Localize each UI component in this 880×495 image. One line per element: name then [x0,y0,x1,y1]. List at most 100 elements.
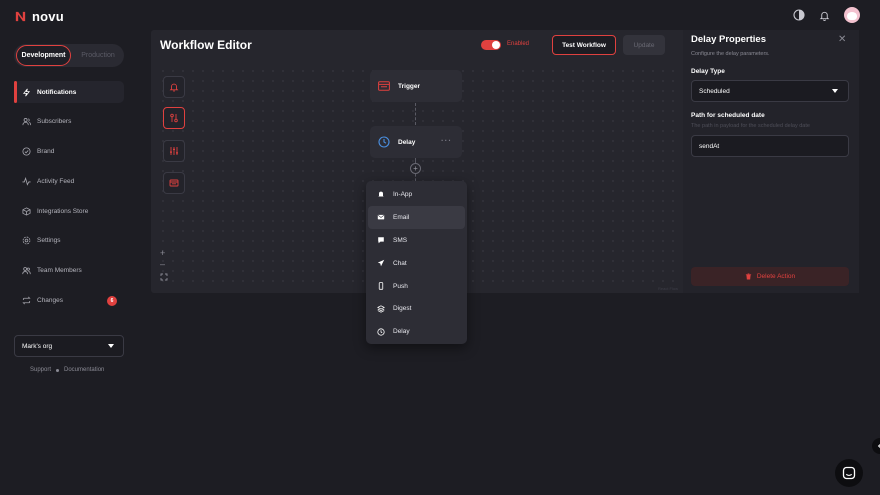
repeat-icon [22,296,31,305]
notification-bell-icon[interactable] [819,10,830,21]
activity-icon [22,176,31,186]
menu-item-email[interactable]: Email [368,205,465,229]
enabled-label: Enabled [507,41,530,47]
sidebar-item-label: Subscribers [37,118,72,126]
mobile-icon [378,282,384,290]
theme-toggle-icon[interactable] [793,9,805,21]
collapse-tab[interactable] [872,438,880,454]
sidebar-nav: Notifications Subscribers Brand Activity… [14,81,124,319]
support-chat-button[interactable] [835,459,863,487]
sidebar-item-activity-feed[interactable]: Activity Feed [14,170,124,192]
avatar[interactable] [844,7,860,23]
menu-item-label: Push [393,282,408,290]
canvas-watermark: React Flow [658,286,679,291]
tool-delay[interactable] [163,107,185,129]
separator-dot [56,368,60,372]
trash-icon [745,273,751,280]
trigger-node-label: Trigger [398,82,421,90]
add-step-menu: In-App Email SMS Chat Push Digest Delay [366,181,467,344]
close-icon[interactable]: ✕ [838,35,846,45]
bolt-icon [22,88,31,96]
delay-type-value: Scheduled [699,87,730,95]
path-help-text: The path in payload for the scheduled de… [691,123,810,129]
sidebar-item-changes[interactable]: Changes 6 [14,290,124,312]
zoom-in-button[interactable]: + [160,249,165,258]
menu-item-chat[interactable]: Chat [368,252,465,275]
check-circle-icon [22,147,31,156]
path-input[interactable] [691,135,849,157]
path-label: Path for scheduled date [691,112,765,119]
sidebar-item-subscribers[interactable]: Subscribers [14,111,124,133]
box-icon [22,207,31,216]
more-options-icon[interactable]: ··· [441,137,452,145]
delay-type-select[interactable]: Scheduled [691,80,849,102]
env-development[interactable]: Development [16,45,71,66]
org-name: Mark's org [22,342,53,350]
menu-item-label: Email [393,213,410,221]
workflow-enabled-toggle[interactable] [481,40,501,50]
chevron-down-icon [108,344,114,348]
bell-icon [378,192,384,198]
novu-logo[interactable]: novu [14,9,64,24]
clock-icon [377,328,385,336]
sidebar-item-label: Integrations Store [37,207,89,215]
properties-description: Configure the delay parameters. [691,51,770,57]
add-step-button[interactable]: + [410,163,421,174]
trigger-icon [378,81,390,91]
sidebar-item-integrations-store[interactable]: Integrations Store [14,200,124,222]
org-switcher[interactable]: Mark's org [14,335,124,357]
update-button[interactable]: Update [623,35,665,55]
connector-line [415,103,416,125]
mail-icon [377,215,385,220]
layers-icon [377,305,385,313]
documentation-link[interactable]: Documentation [64,367,104,373]
env-production[interactable]: Production [74,45,122,66]
brand-name: novu [32,9,64,24]
menu-item-digest[interactable]: Digest [368,297,465,320]
users-icon [22,118,31,126]
trigger-node[interactable]: Trigger [370,70,462,102]
sidebar-footer-links: Support Documentation [30,367,104,373]
tool-email[interactable] [163,172,185,194]
delete-action-label: Delete Action [756,273,796,280]
sidebar-item-label: Activity Feed [37,177,75,185]
sidebar-item-label: Brand [37,148,55,156]
menu-item-push[interactable]: Push [368,275,465,298]
menu-item-label: Digest [393,305,412,313]
environment-switch[interactable]: Development Production [14,44,124,67]
sidebar-item-team-members[interactable]: Team Members [14,260,124,282]
properties-title: Delay Properties [691,34,766,45]
delete-action-button[interactable]: Delete Action [691,267,849,286]
menu-item-label: In-App [393,190,413,198]
team-icon [22,267,31,275]
delay-node-label: Delay [398,138,416,146]
test-workflow-button[interactable]: Test Workflow [552,35,616,55]
zoom-out-button[interactable]: – [160,260,165,269]
menu-item-sms[interactable]: SMS [368,229,465,252]
window-icon [169,179,179,187]
delay-node[interactable]: Delay ··· [370,126,462,158]
chat-icon [842,466,856,480]
chevron-down-icon [832,89,838,93]
menu-item-delay[interactable]: Delay [368,320,465,343]
tool-digest[interactable] [163,140,185,162]
changes-count-badge: 6 [107,295,117,306]
menu-item-in-app[interactable]: In-App [368,183,465,206]
delay-branch-icon [170,113,178,123]
menu-item-label: SMS [393,236,408,244]
menu-item-label: Chat [393,259,407,267]
sidebar-item-settings[interactable]: Settings [14,230,124,252]
sidebar-item-label: Settings [37,237,61,245]
sidebar-item-label: Notifications [37,88,77,96]
delay-type-label: Delay Type [691,68,725,75]
sidebar-item-label: Changes [37,297,64,305]
tool-in-app[interactable] [163,76,185,98]
sidebar-item-brand[interactable]: Brand [14,141,124,163]
menu-item-label: Delay [393,328,410,336]
connector-line [415,174,416,181]
gear-icon [22,237,31,245]
page-title: Workflow Editor [160,38,252,52]
fit-view-icon[interactable] [160,273,168,281]
support-link[interactable]: Support [30,367,51,373]
sidebar-item-notifications[interactable]: Notifications [14,81,124,103]
